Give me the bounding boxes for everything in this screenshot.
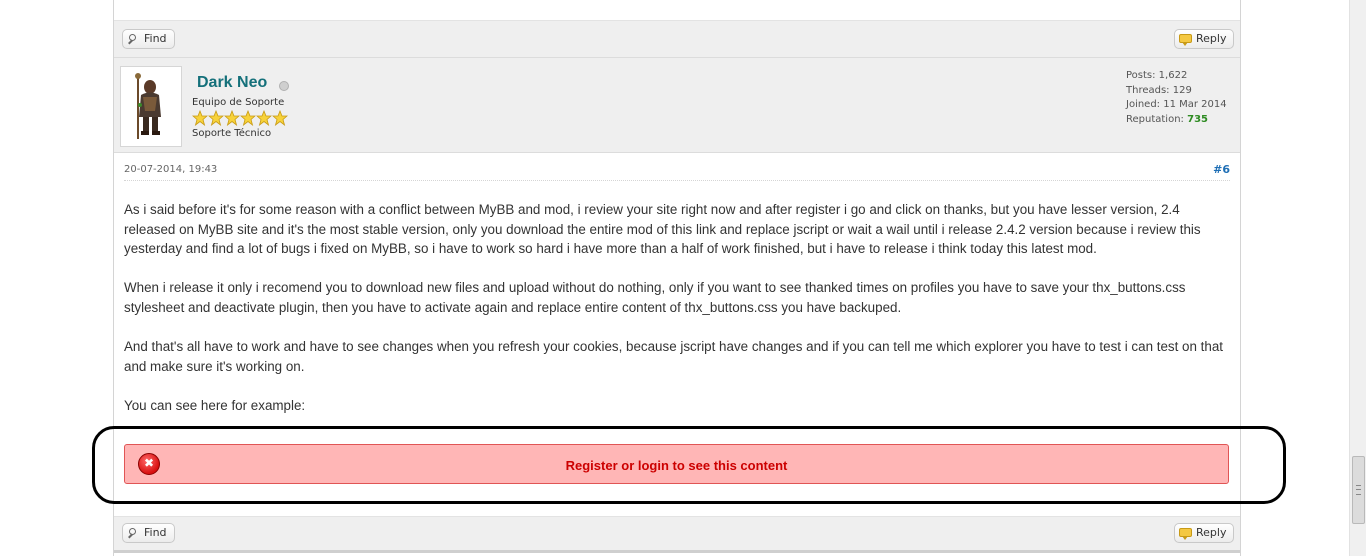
speech-bubble-icon [1179,33,1193,46]
star-icon [272,110,288,126]
find-button[interactable]: Find [122,29,175,49]
find-button[interactable]: Find [122,523,175,543]
reply-button-label: Reply [1196,526,1227,539]
page-scrollbar[interactable] [1349,0,1366,556]
magnifier-icon [127,527,141,540]
post-paragraph: When i release it only i recomend you to… [124,280,1186,315]
post-separator [114,550,1240,553]
star-icon [224,110,240,126]
stat-threads: Threads: 129 [1126,84,1192,96]
author-stats: Posts: 1,622 Threads: 129 Joined: 11 Mar… [1126,69,1227,127]
author-user-group: Soporte Técnico [192,128,272,139]
reply-button-label: Reply [1196,32,1227,45]
post-paragraph: You can see here for example: [124,397,306,413]
post-number-link[interactable]: #6 [1213,163,1230,176]
star-icon [240,110,256,126]
find-button-label: Find [144,526,167,539]
reputation-value-link[interactable]: 735 [1187,114,1208,125]
post-paragraph: And that's all have to work and have to … [124,339,1223,374]
find-button-label: Find [144,32,167,45]
offline-dot-icon [279,81,289,91]
author-star-rating [192,110,288,126]
author-username-link[interactable]: Dark Neo [197,74,267,92]
scrollbar-thumb[interactable] [1352,456,1365,524]
previous-post-controls: Find Reply [114,20,1240,57]
magnifier-icon [127,33,141,46]
post-controls: Find Reply [114,516,1240,551]
reputation-label: Reputation: [1126,113,1184,125]
reply-button[interactable]: Reply [1174,29,1235,49]
post-author-panel: Dark Neo Equipo de Soporte Soporte Técni… [114,57,1240,153]
author-user-title: Equipo de Soporte [192,97,285,108]
post-body: As i said before it's for some reason wi… [124,200,1224,435]
post-date: 20-07-2014, 19:43 [124,164,218,175]
stat-reputation: Reputation: 735 [1126,113,1227,128]
reply-button[interactable]: Reply [1174,523,1235,543]
stat-posts: Posts: 1,622 [1126,70,1188,81]
star-icon [192,110,208,126]
divider [124,180,1230,181]
star-icon [208,110,224,126]
star-icon [256,110,272,126]
speech-bubble-icon [1179,527,1193,540]
highlight-annotation [92,426,1286,504]
grip-icon [1356,485,1361,495]
post-paragraph: As i said before it's for some reason wi… [124,202,1201,257]
avatar[interactable] [120,66,182,147]
stat-joined: Joined: 11 Mar 2014 [1126,99,1227,110]
